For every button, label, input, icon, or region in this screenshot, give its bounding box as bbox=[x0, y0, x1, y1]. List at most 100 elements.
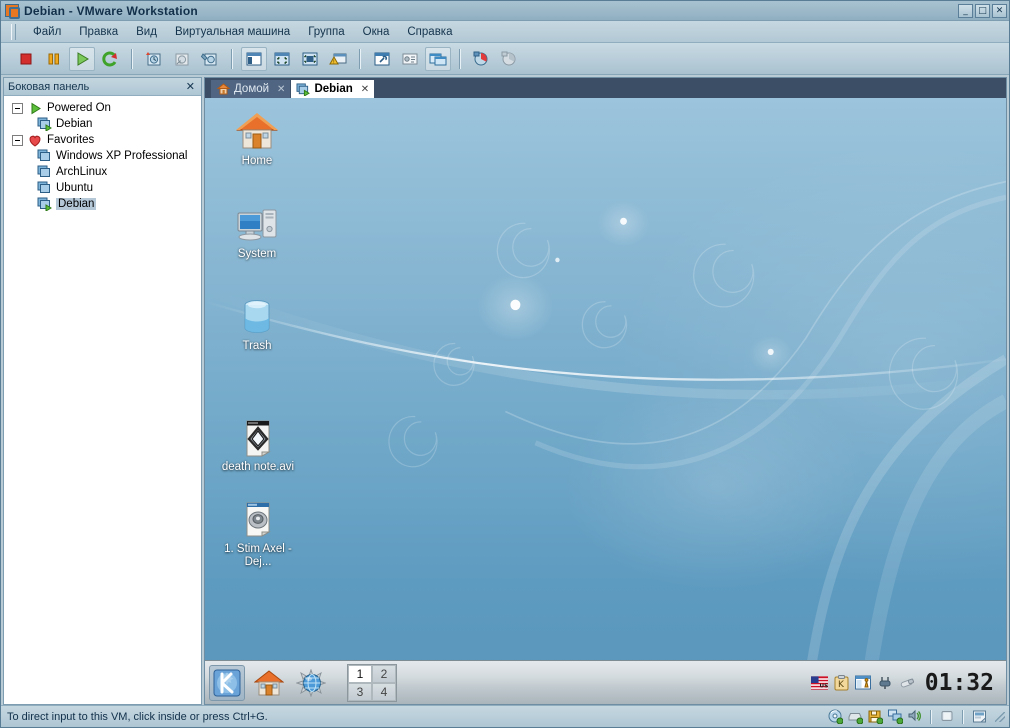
vm-icon bbox=[36, 165, 52, 179]
debian-swirl-logo bbox=[995, 426, 1006, 538]
unity-mode-icon[interactable] bbox=[297, 47, 323, 71]
reset-icon[interactable] bbox=[97, 47, 123, 71]
vm-settings-icon[interactable] bbox=[369, 47, 395, 71]
tab-bar: Домой ✕ Debian ✕ bbox=[205, 78, 1006, 98]
vm-running-icon bbox=[296, 83, 310, 96]
close-glyph: ✕ bbox=[993, 5, 1006, 17]
tab-home[interactable]: Домой ✕ bbox=[211, 80, 290, 98]
desktop-icon-label: System bbox=[213, 248, 301, 261]
chevron-collapse-icon[interactable] bbox=[12, 103, 23, 114]
vm-summary-icon[interactable] bbox=[397, 47, 423, 71]
desktop-icon-system[interactable]: System bbox=[213, 203, 301, 261]
keyboard-layout-us-icon[interactable]: US bbox=[811, 675, 828, 691]
device-status-icons bbox=[827, 709, 1005, 725]
guest-desktop[interactable]: Home bbox=[205, 98, 1006, 704]
power-on-icon[interactable] bbox=[69, 47, 95, 71]
vm-console-icon[interactable] bbox=[425, 47, 451, 71]
tree-item-label: Windows XP Professional bbox=[56, 150, 187, 162]
pager-desktop-2[interactable]: 2 bbox=[372, 665, 396, 683]
pager-desktop-3[interactable]: 3 bbox=[348, 683, 372, 701]
close-icon[interactable]: ✕ bbox=[184, 80, 197, 93]
desktop-icon-home[interactable]: Home bbox=[213, 110, 301, 168]
home-orange-icon bbox=[254, 669, 284, 697]
menu-group[interactable]: Группа bbox=[299, 23, 353, 41]
show-sidebar-icon[interactable] bbox=[241, 47, 267, 71]
close-icon[interactable]: ✕ bbox=[277, 84, 285, 95]
maximize-button[interactable]: □ bbox=[975, 4, 990, 18]
status-separator bbox=[930, 710, 932, 724]
appliance-view-icon[interactable] bbox=[469, 47, 495, 71]
harddisk-device-icon[interactable] bbox=[847, 709, 863, 725]
konqueror-launcher-button[interactable] bbox=[293, 665, 329, 701]
display-device-icon[interactable] bbox=[971, 709, 987, 725]
menu-help[interactable]: Справка bbox=[398, 23, 461, 41]
tree-item-label: ArchLinux bbox=[56, 166, 107, 178]
snapshot-manager-icon[interactable] bbox=[197, 47, 223, 71]
tree-item-windows-xp[interactable]: Windows XP Professional bbox=[4, 148, 201, 164]
suspend-icon[interactable] bbox=[41, 47, 67, 71]
power-plug-icon[interactable] bbox=[877, 675, 894, 691]
main-area: Боковая панель ✕ Powered On Debian bbox=[1, 75, 1009, 705]
window-title: Debian - VMware Workstation bbox=[24, 4, 958, 18]
tab-debian[interactable]: Debian ✕ bbox=[291, 80, 374, 98]
kde-menu-button[interactable] bbox=[209, 665, 245, 701]
menu-windows[interactable]: Окна bbox=[354, 23, 399, 41]
network-device-icon[interactable] bbox=[887, 709, 903, 725]
pager-desktop-1[interactable]: 1 bbox=[348, 665, 372, 683]
usb-device-icon[interactable] bbox=[939, 709, 955, 725]
resize-grip[interactable] bbox=[995, 712, 1005, 722]
snapshot-revert-icon[interactable] bbox=[169, 47, 195, 71]
desktop-icon-death-note-avi[interactable]: death note.avi bbox=[214, 416, 302, 474]
toolbar-separator bbox=[131, 49, 133, 69]
kde-k-icon bbox=[213, 669, 241, 697]
system-tray: US K bbox=[811, 670, 1002, 696]
home-launcher-button[interactable] bbox=[251, 665, 287, 701]
trash-can-icon bbox=[213, 295, 301, 337]
tree-item-archlinux[interactable]: ArchLinux bbox=[4, 164, 201, 180]
status-message: To direct input to this VM, click inside… bbox=[7, 711, 827, 723]
floppy-device-icon[interactable] bbox=[867, 709, 883, 725]
fullscreen-icon[interactable] bbox=[269, 47, 295, 71]
desktop-icon-stim-axel[interactable]: 1. Stim Axel - Dej... bbox=[214, 498, 302, 569]
tree-item-debian-favorite[interactable]: Debian bbox=[4, 196, 201, 212]
tree-group-powered-on[interactable]: Powered On bbox=[4, 100, 201, 116]
window-controls: _ □ ✕ bbox=[958, 4, 1007, 18]
power-off-icon[interactable] bbox=[13, 47, 39, 71]
tree-item-debian-running[interactable]: Debian bbox=[4, 116, 201, 132]
menu-view[interactable]: Вид bbox=[127, 23, 166, 41]
tree-group-label: Powered On bbox=[47, 102, 111, 114]
maximize-glyph: □ bbox=[976, 5, 989, 17]
snapshot-take-icon[interactable] bbox=[141, 47, 167, 71]
vm-icon bbox=[36, 181, 52, 195]
home-folder-icon bbox=[213, 110, 301, 152]
tab-label: Домой bbox=[234, 83, 269, 95]
desktop-icon-trash[interactable]: Trash bbox=[213, 295, 301, 353]
minimize-glyph: _ bbox=[959, 5, 972, 17]
close-icon[interactable]: ✕ bbox=[361, 84, 369, 95]
minimize-button[interactable]: _ bbox=[958, 4, 973, 18]
klipper-clipboard-icon[interactable]: K bbox=[833, 675, 850, 691]
toolbar: ! bbox=[1, 43, 1009, 75]
menu-file[interactable]: Файл bbox=[24, 23, 70, 41]
quick-switch-icon[interactable]: ! bbox=[325, 47, 351, 71]
menu-virtual-machine[interactable]: Виртуальная машина bbox=[166, 23, 299, 41]
close-button[interactable]: ✕ bbox=[992, 4, 1007, 18]
tree-item-ubuntu[interactable]: Ubuntu bbox=[4, 180, 201, 196]
cdrom-device-icon[interactable] bbox=[827, 709, 843, 725]
kmix-window-icon[interactable] bbox=[855, 675, 872, 691]
pager-desktop-4[interactable]: 4 bbox=[372, 683, 396, 701]
menu-bar: Файл Правка Вид Виртуальная машина Групп… bbox=[1, 21, 1009, 43]
kde-taskbar: 1 2 3 4 US bbox=[205, 660, 1006, 704]
menu-edit[interactable]: Правка bbox=[70, 23, 127, 41]
tree-item-label: Debian bbox=[56, 118, 92, 130]
video-file-icon bbox=[214, 416, 302, 458]
chevron-collapse-icon[interactable] bbox=[12, 135, 23, 146]
sound-device-icon[interactable] bbox=[907, 709, 923, 725]
tree-group-favorites[interactable]: Favorites bbox=[4, 132, 201, 148]
home-tab-icon bbox=[216, 83, 230, 96]
team-view-icon[interactable] bbox=[497, 47, 523, 71]
device-notifier-icon[interactable] bbox=[899, 675, 916, 691]
toolbar-separator bbox=[231, 49, 233, 69]
toolbar-separator bbox=[459, 49, 461, 69]
panel-clock[interactable]: 01:32 bbox=[921, 670, 998, 696]
